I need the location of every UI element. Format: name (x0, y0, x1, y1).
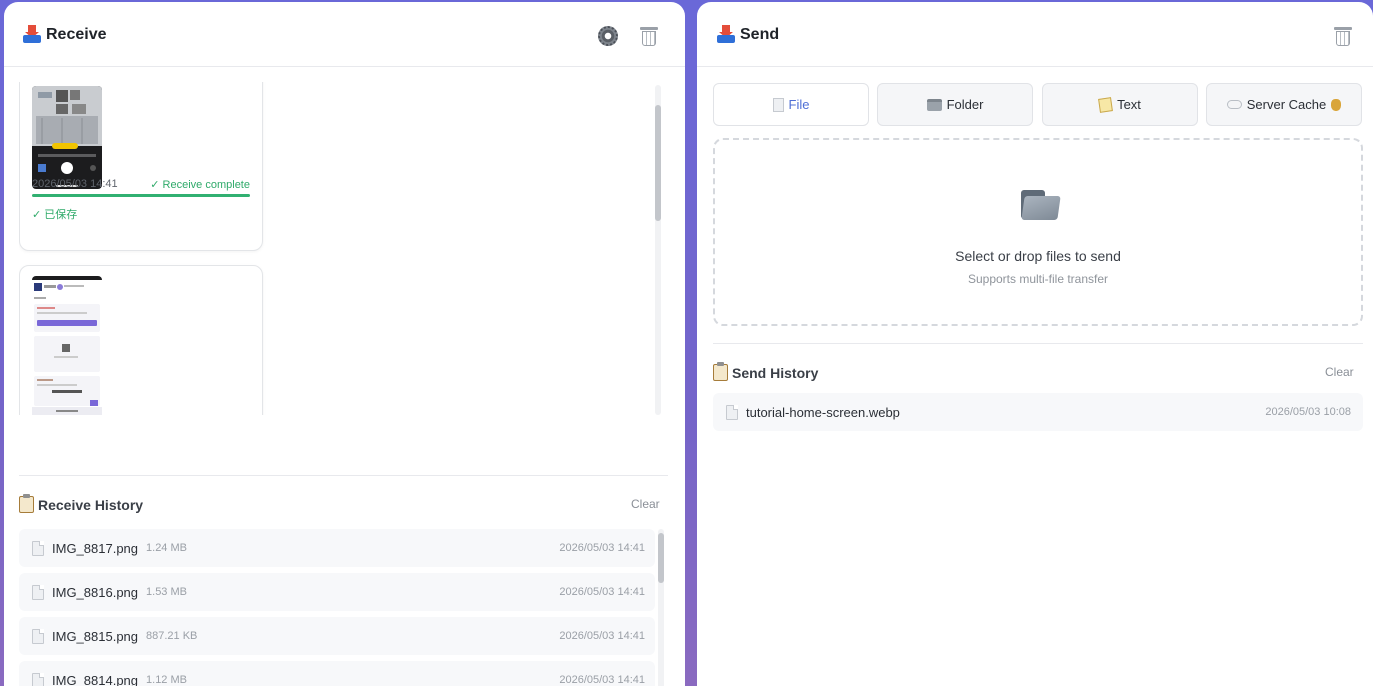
receive-history-row[interactable]: IMG_8815.png 887.21 KB 2026/05/03 14:41 (19, 617, 655, 655)
history-file-size: 1.12 MB (146, 674, 187, 686)
receive-title: Receive (22, 25, 107, 45)
receive-history-row[interactable]: IMG_8816.png 1.53 MB 2026/05/03 14:41 (19, 573, 655, 611)
dropzone-subtitle: Supports multi-file transfer (967, 272, 1109, 286)
file-icon (772, 97, 784, 112)
receive-history-title: Receive History (19, 494, 144, 513)
received-files-scrollbar[interactable] (655, 85, 661, 415)
send-title-label: Send (740, 26, 780, 43)
tab-file-label: File (788, 97, 810, 112)
receive-history-label: Receive History (38, 496, 144, 513)
receive-history-list: IMG_8817.png 1.24 MB 2026/05/03 14:41 IM… (19, 529, 655, 686)
send-history-row[interactable]: tutorial-home-screen.webp 2026/05/03 10:… (713, 393, 1363, 431)
received-files-area: 2026/05/03 14:41 ✓ Receive complete ✓ 已保… (19, 82, 664, 415)
settings-button[interactable] (596, 24, 620, 48)
receive-progress-bar (32, 194, 250, 197)
history-file-time: 2026/05/03 14:41 (559, 586, 645, 598)
trash-icon (1334, 26, 1352, 46)
send-title: Send (716, 25, 779, 45)
tab-text-label: Text (1117, 97, 1141, 112)
send-clear-all-button[interactable] (1331, 24, 1355, 48)
send-history-title: Send History (713, 362, 819, 381)
receive-history-row[interactable]: IMG_8814.png 1.12 MB 2026/05/03 14:41 (19, 661, 655, 686)
tab-server-cache-label: Server Cache (1246, 97, 1327, 112)
received-image-thumbnail[interactable] (32, 276, 102, 415)
outbox-tray-icon (716, 25, 736, 45)
tab-folder-label: Folder (946, 97, 984, 112)
tab-file[interactable]: File (713, 83, 869, 126)
history-file-name: IMG_8814.png (52, 672, 139, 686)
tab-text[interactable]: Text (1042, 83, 1198, 126)
receive-title-label: Receive (46, 26, 107, 43)
history-file-name: IMG_8817.png (52, 540, 139, 556)
send-mode-tabs: File Folder Text Server Cache (713, 83, 1363, 126)
history-file-time: 2026/05/03 14:41 (559, 630, 645, 642)
receive-panel: Receive 2026/05/03 14:41 ✓ Receive compl… (4, 2, 685, 686)
receive-clear-all-button[interactable] (637, 24, 661, 48)
receive-header: Receive (4, 2, 685, 67)
send-header: Send (697, 2, 1373, 67)
send-history-clear-button[interactable]: Clear (1325, 365, 1354, 379)
cloud-icon (1226, 100, 1242, 109)
history-file-time: 2026/05/03 10:08 (1265, 406, 1351, 418)
history-file-size: 1.53 MB (146, 586, 187, 598)
receive-history-clear-button[interactable]: Clear (631, 497, 660, 511)
file-icon (32, 672, 44, 686)
card-timestamp: 2026/05/03 14:41 (32, 178, 118, 190)
history-file-size: 887.21 KB (146, 630, 198, 642)
history-file-name: IMG_8816.png (52, 584, 139, 600)
folder-icon (926, 98, 942, 111)
file-icon (726, 404, 738, 420)
history-file-name: tutorial-home-screen.webp (746, 404, 900, 420)
received-file-card[interactable] (19, 265, 263, 415)
history-file-time: 2026/05/03 14:41 (559, 542, 645, 554)
tab-server-cache[interactable]: Server Cache (1206, 83, 1362, 126)
memo-icon (1098, 96, 1113, 113)
money-bag-icon (1331, 98, 1342, 111)
clipboard-icon (713, 362, 728, 381)
received-image-thumbnail[interactable] (32, 86, 102, 189)
inbox-tray-icon (22, 25, 42, 45)
card-meta: 2026/05/03 14:41 ✓ Receive complete (32, 178, 250, 191)
send-history-label: Send History (732, 364, 819, 381)
open-folder-icon (1021, 188, 1061, 220)
divider (713, 343, 1363, 344)
trash-icon (640, 26, 658, 46)
file-icon (32, 540, 44, 556)
history-file-size: 1.24 MB (146, 542, 187, 554)
received-file-card[interactable]: 2026/05/03 14:41 ✓ Receive complete ✓ 已保… (19, 82, 263, 251)
receive-status: ✓ Receive complete (150, 179, 250, 191)
saved-status: ✓ 已保存 (32, 209, 78, 221)
receive-history-scrollbar[interactable] (658, 529, 664, 686)
gear-icon (598, 26, 618, 46)
history-file-time: 2026/05/03 14:41 (559, 674, 645, 686)
file-icon (32, 584, 44, 600)
send-panel: Send File Folder Text Server Cache Selec… (697, 2, 1373, 686)
receive-history-row[interactable]: IMG_8817.png 1.24 MB 2026/05/03 14:41 (19, 529, 655, 567)
file-icon (32, 628, 44, 644)
divider (19, 475, 668, 476)
dropzone-title: Select or drop files to send (955, 248, 1121, 264)
history-file-name: IMG_8815.png (52, 628, 139, 644)
clipboard-icon (19, 494, 34, 513)
tab-folder[interactable]: Folder (877, 83, 1033, 126)
file-dropzone[interactable]: Select or drop files to send Supports mu… (713, 138, 1363, 326)
